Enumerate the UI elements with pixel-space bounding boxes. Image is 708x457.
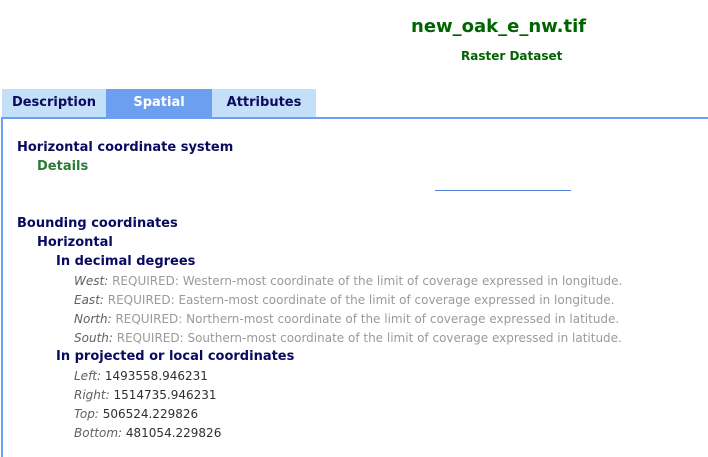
dataset-title: new_oak_e_nw.tif xyxy=(411,16,587,37)
bottom-row: Bottom: 481054.229826 xyxy=(74,424,221,442)
top-label: Top: xyxy=(74,407,99,421)
west-row: West: REQUIRED: Western-most coordinate … xyxy=(74,272,622,290)
top-value: 506524.229826 xyxy=(102,407,199,421)
north-value: REQUIRED: Northern-most coordinate of th… xyxy=(115,312,620,326)
tab-bar: Description Spatial Attributes xyxy=(2,89,316,117)
details-link[interactable]: Details xyxy=(37,158,88,176)
bottom-label: Bottom: xyxy=(74,426,123,440)
south-row: South: REQUIRED: Southern-most coordinat… xyxy=(74,329,622,347)
horizontal-heading: Horizontal xyxy=(37,235,113,250)
west-value: REQUIRED: Western-most coordinate of the… xyxy=(112,274,623,288)
left-value: 1493558.946231 xyxy=(104,369,208,383)
tab-spatial[interactable]: Spatial xyxy=(106,89,212,117)
divider-line xyxy=(435,190,571,191)
west-label: West: xyxy=(74,274,109,288)
east-label: East: xyxy=(74,293,104,307)
south-label: South: xyxy=(74,331,113,345)
south-value: REQUIRED: Southern-most coordinate of th… xyxy=(116,331,622,345)
top-row: Top: 506524.229826 xyxy=(74,405,198,423)
left-label: Left: xyxy=(74,369,102,383)
north-row: North: REQUIRED: Northern-most coordinat… xyxy=(74,310,619,328)
east-row: East: REQUIRED: Eastern-most coordinate … xyxy=(74,291,614,309)
east-value: REQUIRED: Eastern-most coordinate of the… xyxy=(107,293,615,307)
tab-description[interactable]: Description xyxy=(2,89,106,117)
bottom-value: 481054.229826 xyxy=(125,426,222,440)
horizontal-cs-heading: Horizontal coordinate system xyxy=(17,140,234,155)
dataset-type: Raster Dataset xyxy=(461,49,563,63)
projected-heading: In projected or local coordinates xyxy=(56,349,295,364)
right-label: Right: xyxy=(74,388,110,402)
right-value: 1514735.946231 xyxy=(113,388,217,402)
decimal-degrees-heading: In decimal degrees xyxy=(56,254,196,269)
north-label: North: xyxy=(74,312,112,326)
tab-attributes[interactable]: Attributes xyxy=(212,89,316,117)
bounding-heading: Bounding coordinates xyxy=(17,216,178,231)
left-row: Left: 1493558.946231 xyxy=(74,367,208,385)
right-row: Right: 1514735.946231 xyxy=(74,386,217,404)
